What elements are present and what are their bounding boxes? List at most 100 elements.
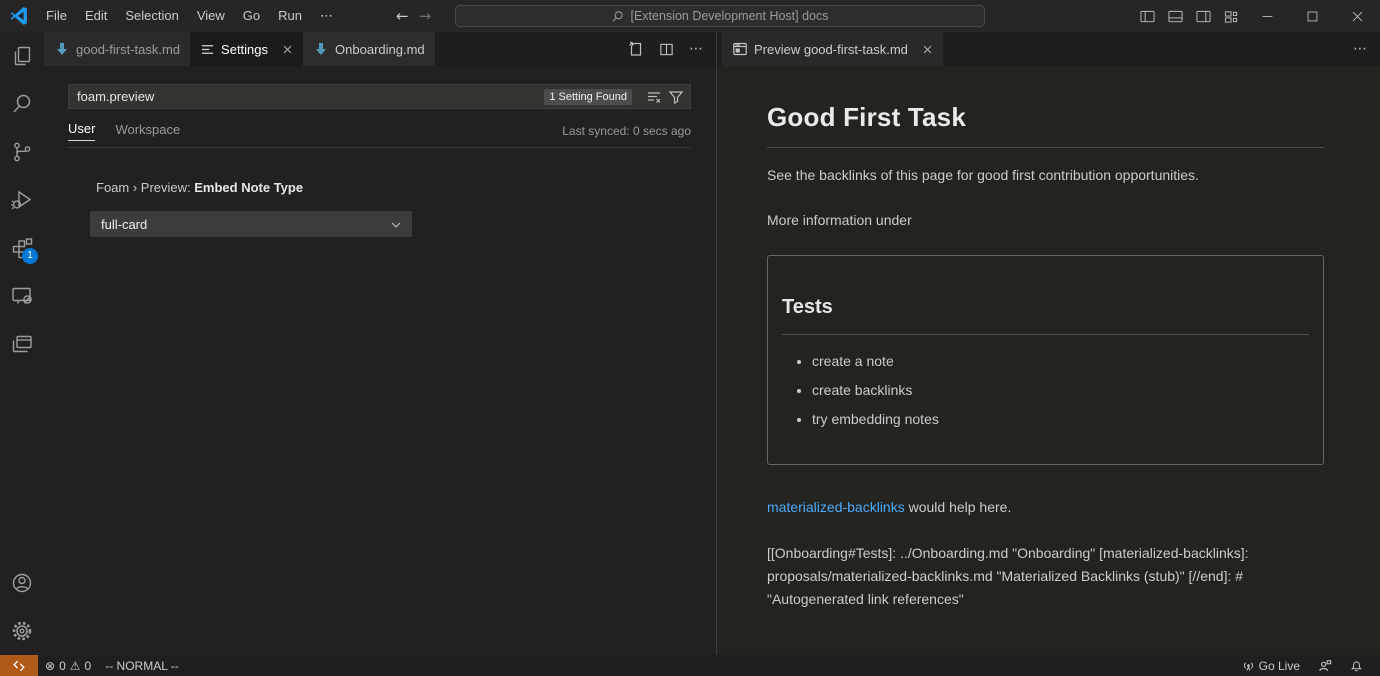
divider <box>782 334 1309 335</box>
remote-explorer-icon[interactable] <box>0 272 44 320</box>
error-count: 0 <box>59 659 66 673</box>
vim-mode-status[interactable]: -- NORMAL -- <box>98 659 186 673</box>
close-window-button[interactable] <box>1335 0 1380 32</box>
preview-paragraph: More information under <box>767 210 1324 231</box>
menu-view[interactable]: View <box>188 0 234 32</box>
last-synced-label: Last synced: 0 secs ago <box>562 124 691 138</box>
setting-item-embed-note-type: Foam › Preview: Embed Note Type full-car… <box>90 180 691 237</box>
extensions-badge: 1 <box>22 248 38 264</box>
explorer-icon[interactable] <box>0 32 44 80</box>
list-item: create a note <box>812 351 1309 372</box>
tab-label: Onboarding.md <box>335 42 425 57</box>
command-center-search[interactable]: [Extension Development Host] docs <box>455 5 985 27</box>
menu-file[interactable]: File <box>37 0 76 32</box>
setting-title: Foam › Preview: Embed Note Type <box>90 180 691 195</box>
settings-search-value: foam.preview <box>77 89 544 104</box>
vscode-window: File Edit Selection View Go Run ⋯ ← → [E… <box>0 0 1380 676</box>
tab-label: good-first-task.md <box>76 42 180 57</box>
menu-selection[interactable]: Selection <box>116 0 187 32</box>
embedded-note-list: create a note create backlinks try embed… <box>782 351 1309 430</box>
menu-run[interactable]: Run <box>269 0 311 32</box>
toggle-sidebar-icon[interactable] <box>1133 0 1161 32</box>
go-live-button[interactable]: Go Live <box>1235 659 1307 673</box>
bell-icon <box>1350 659 1363 672</box>
remote-icon <box>12 659 26 673</box>
feedback-button[interactable] <box>1311 659 1339 673</box>
error-icon: ⊗ <box>45 659 55 673</box>
embed-note-type-value: full-card <box>101 217 147 232</box>
close-tab-icon[interactable] <box>922 44 933 55</box>
link-references-text: [[Onboarding#Tests]: ../Onboarding.md "O… <box>767 542 1324 611</box>
tab-label: Settings <box>221 42 268 57</box>
list-item: create backlinks <box>812 380 1309 401</box>
editor-group-settings: good-first-task.md Settings Onboarding.m… <box>44 32 716 655</box>
link-tail-text: would help here. <box>905 499 1012 515</box>
notifications-button[interactable] <box>1343 659 1370 672</box>
warning-count: 0 <box>85 659 92 673</box>
clear-settings-search-icon[interactable] <box>646 89 662 105</box>
filter-settings-icon[interactable] <box>668 89 684 105</box>
embedded-note-card: Tests create a note create backlinks try… <box>767 255 1324 465</box>
activity-bar: 1 <box>0 32 44 655</box>
markdown-file-icon <box>54 41 70 57</box>
customize-layout-icon[interactable] <box>1217 0 1245 32</box>
menu-go[interactable]: Go <box>234 0 269 32</box>
status-bar: ⊗ 0 ⚠ 0 -- NORMAL -- Go Live <box>0 655 1380 676</box>
vscode-logo-icon <box>9 6 29 26</box>
divider <box>767 147 1324 148</box>
settings-count-badge: 1 Setting Found <box>544 89 632 105</box>
scope-tab-workspace[interactable]: Workspace <box>115 122 180 141</box>
setting-name: Embed Note Type <box>194 180 303 195</box>
toggle-panel-icon[interactable] <box>1161 0 1189 32</box>
search-icon <box>611 10 624 23</box>
tab-onboarding[interactable]: Onboarding.md <box>303 32 435 66</box>
editor-more-actions-icon[interactable]: ⋯ <box>1353 41 1368 57</box>
embed-note-type-select[interactable]: full-card <box>90 211 412 237</box>
tab-preview-good-first-task[interactable]: Preview good-first-task.md <box>722 32 943 66</box>
source-control-icon[interactable] <box>0 128 44 176</box>
open-settings-json-icon[interactable] <box>628 41 644 57</box>
open-preview-icon <box>732 41 748 57</box>
menu-more-button[interactable]: ⋯ <box>311 9 342 24</box>
tab-settings[interactable]: Settings <box>190 32 303 66</box>
settings-editor: foam.preview 1 Setting Found User Worksp… <box>44 66 716 237</box>
panels-view-icon[interactable] <box>0 320 44 368</box>
split-editor-icon[interactable] <box>659 42 674 57</box>
preview-title: Good First Task <box>767 98 1324 137</box>
left-tab-bar: good-first-task.md Settings Onboarding.m… <box>44 32 716 66</box>
embedded-note-title: Tests <box>782 292 1309 322</box>
chevron-down-icon <box>389 219 403 231</box>
command-center-text: [Extension Development Host] docs <box>630 9 828 23</box>
settings-search-input[interactable]: foam.preview 1 Setting Found <box>68 84 691 109</box>
scope-tab-user[interactable]: User <box>68 121 95 141</box>
markdown-file-icon <box>313 41 329 57</box>
editor-group-preview: Preview good-first-task.md ⋯ Good First … <box>716 32 1380 655</box>
nav-forward-icon[interactable]: → <box>419 7 432 25</box>
nav-back-icon[interactable]: ← <box>396 7 409 25</box>
menu-edit[interactable]: Edit <box>76 0 116 32</box>
accounts-icon[interactable] <box>0 559 44 607</box>
right-tab-bar: Preview good-first-task.md ⋯ <box>717 32 1380 66</box>
settings-list-icon <box>200 42 215 57</box>
toggle-secondary-sidebar-icon[interactable] <box>1189 0 1217 32</box>
extensions-icon[interactable]: 1 <box>0 224 44 272</box>
editor-more-actions-icon[interactable]: ⋯ <box>689 41 704 57</box>
broadcast-icon <box>1242 659 1255 672</box>
tab-good-first-task[interactable]: good-first-task.md <box>44 32 190 66</box>
preview-paragraph: See the backlinks of this page for good … <box>767 165 1324 186</box>
problems-status[interactable]: ⊗ 0 ⚠ 0 <box>38 659 98 673</box>
title-bar: File Edit Selection View Go Run ⋯ ← → [E… <box>0 0 1380 32</box>
settings-gear-icon[interactable] <box>0 607 44 655</box>
markdown-preview: Good First Task See the backlinks of thi… <box>717 66 1380 611</box>
remote-indicator[interactable] <box>0 655 38 676</box>
close-tab-icon[interactable] <box>282 44 293 55</box>
minimize-button[interactable] <box>1245 0 1290 32</box>
maximize-button[interactable] <box>1290 0 1335 32</box>
go-live-label: Go Live <box>1259 659 1300 673</box>
run-debug-icon[interactable] <box>0 176 44 224</box>
vim-mode-label: -- NORMAL -- <box>105 659 179 673</box>
materialized-backlinks-link[interactable]: materialized-backlinks <box>767 499 905 515</box>
feedback-person-icon <box>1318 659 1332 673</box>
search-sidebar-icon[interactable] <box>0 80 44 128</box>
setting-category: Foam › Preview: <box>96 180 194 195</box>
